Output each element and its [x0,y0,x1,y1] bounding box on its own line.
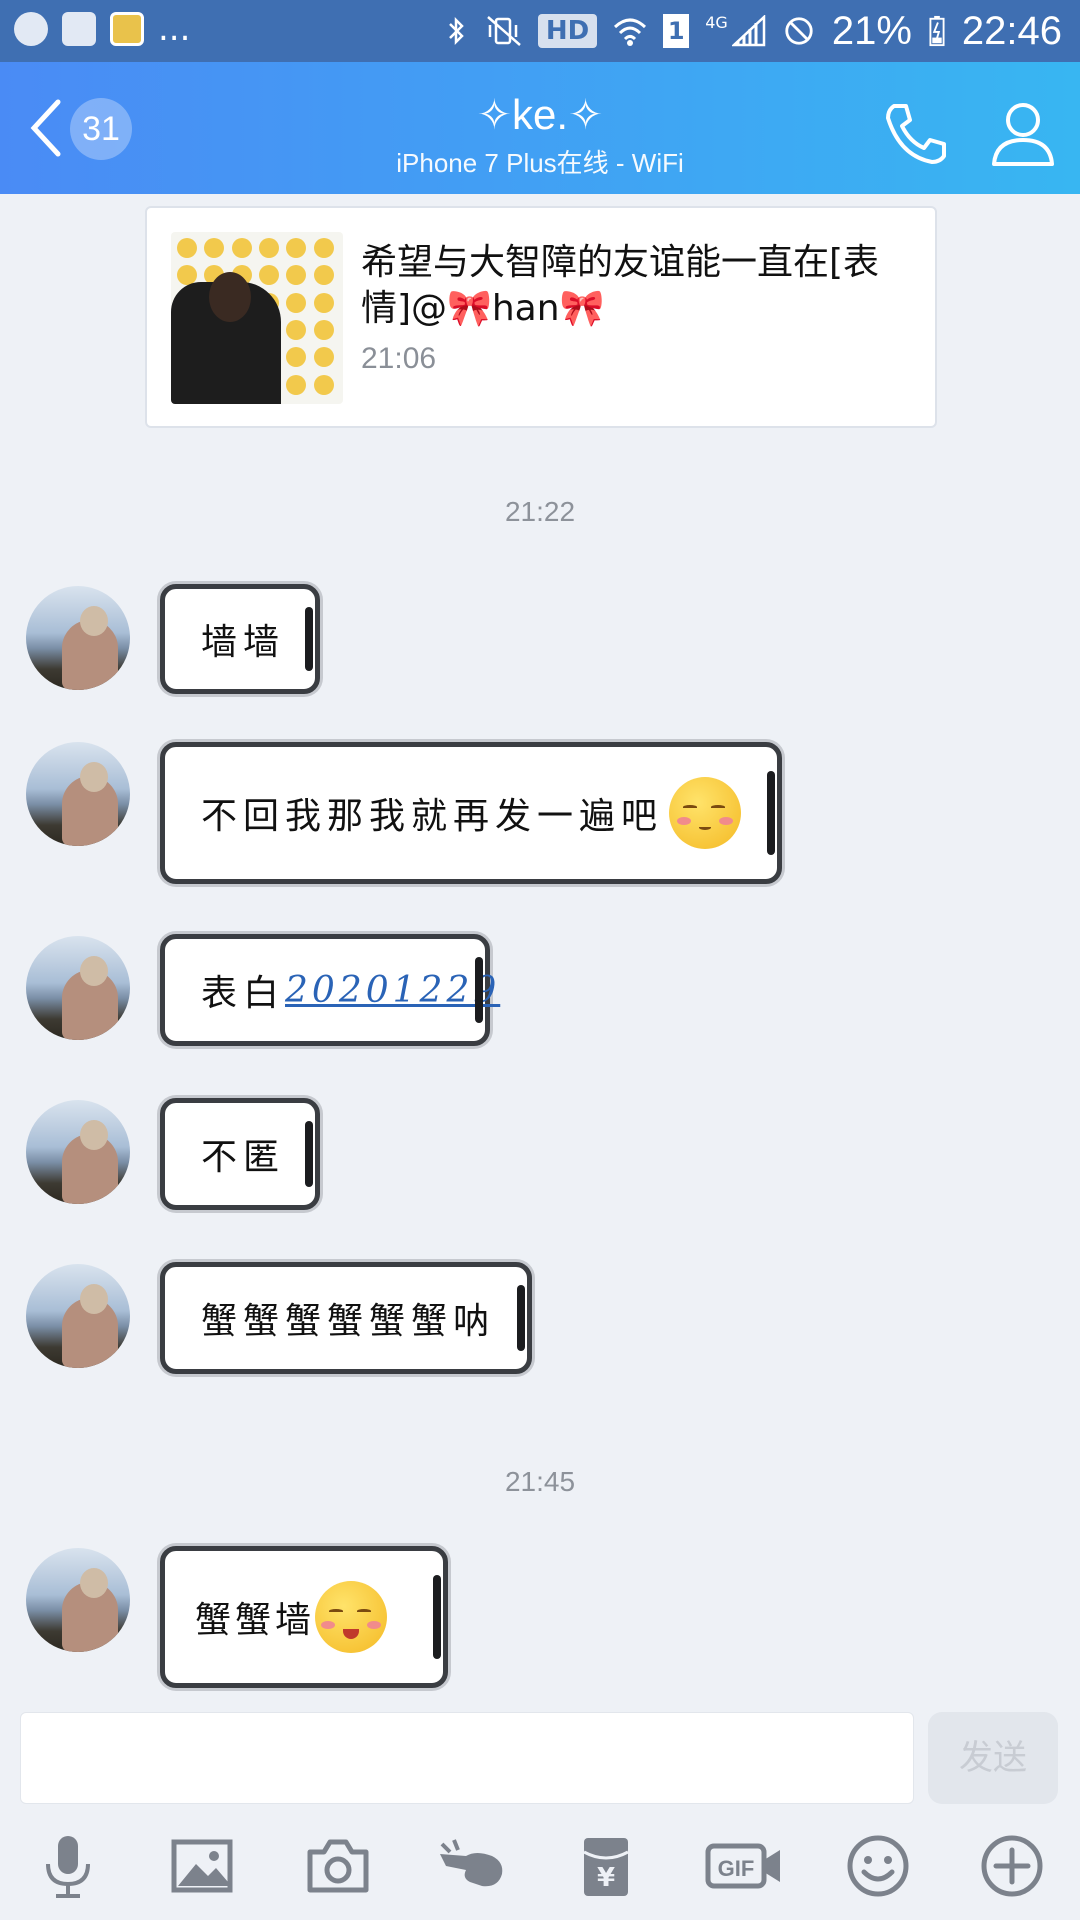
do-not-disturb-icon [785,17,813,45]
gif-button[interactable]: GIF [704,1830,784,1902]
battery-percent: 21% [831,8,912,53]
time-separator: 21:45 [504,1466,576,1497]
message-input[interactable] [20,1712,914,1804]
message-row: 蟹蟹蟹蟹蟹蟹呐 [0,1262,1080,1374]
quoted-post-text: 希望与大智障的友谊能一直在[表情]@🎀han🎀 [361,242,880,329]
hd-voice-badge: HD [537,14,598,48]
message-text: 不回我那我就再发一遍吧 [201,796,664,837]
emoji-button[interactable] [842,1830,914,1902]
more-options-button[interactable] [976,1830,1048,1902]
vibrate-mute-icon [487,16,521,46]
chat-header: 31 ✧ke.✧ iPhone 7 Plus在线 - WiFi [0,62,1080,194]
emoji-icon [847,1835,909,1897]
happy-blush-emoji [315,1581,388,1653]
star-notification-icon [110,12,144,46]
message-row: 墙墙 [0,584,1080,694]
message-bubble[interactable]: 不匿 [160,1098,320,1210]
red-packet-icon: ¥ [583,1838,629,1896]
message-text: 蟹蟹蟹蟹蟹蟹呐 [201,1301,496,1342]
message-row: 不匿 [0,1098,1080,1210]
message-bubble[interactable]: 蟹蟹墙 [160,1546,448,1688]
message-text: 表白 [201,973,286,1014]
avatar[interactable] [26,936,130,1040]
clock: 22:46 [961,8,1062,53]
plus-icon [981,1835,1043,1897]
photo-album-button[interactable] [166,1830,238,1902]
gif-label: GIF [718,1856,755,1881]
input-toolbar: ¥ GIF [0,1812,1080,1920]
more-notifications-indicator: ... [158,9,191,49]
bluetooth-icon [449,16,464,46]
time-separator: 21:22 [504,496,576,527]
user-icon [992,103,1054,166]
avatar[interactable] [26,1100,130,1204]
send-button[interactable]: 发送 [928,1712,1058,1804]
poke-button[interactable] [436,1830,508,1902]
shy-smile-emoji [669,777,742,849]
avatar[interactable] [26,742,130,846]
message-bubble[interactable]: 墙墙 [160,584,320,694]
yuan-symbol: ¥ [597,1863,615,1893]
message-row: 蟹蟹墙 [0,1546,1080,1688]
network-type-label: 4G [705,12,728,32]
poke-icon [440,1839,503,1887]
message-bubble[interactable]: 表白 20201229 [160,934,496,1046]
phone-icon [886,104,946,164]
microphone-icon [46,1836,90,1898]
avatar[interactable] [26,1264,130,1368]
avatar[interactable] [26,586,130,690]
date-link[interactable]: 20201229 [285,970,500,1011]
gallery-notification-icon [62,12,96,46]
status-bar: ... HD 1 4G 21% 22:46 [0,0,1080,62]
avatar[interactable] [26,1548,130,1652]
wifi-icon [614,18,647,46]
sim-slot-badge: 1 [663,14,690,48]
message-text: 墙墙 [201,622,286,663]
message-bubble[interactable]: 不回我那我就再发一遍吧 [160,742,782,884]
message-row: 不回我那我就再发一遍吧 [0,742,1080,884]
contact-profile-button[interactable] [988,98,1058,168]
battery-charging-icon [929,15,945,47]
quoted-post-time: 21:06 [361,342,437,375]
quoted-post-thumbnail[interactable] [171,232,343,404]
red-packet-button[interactable]: ¥ [570,1830,642,1902]
camera-button[interactable] [302,1830,374,1902]
message-bubble[interactable]: 蟹蟹蟹蟹蟹蟹呐 [160,1262,532,1374]
chat-messages[interactable]: 希望与大智障的友谊能一直在[表情]@🎀han🎀 21:06 21:22 墙墙 不… [0,194,1080,1708]
camera-icon [307,1839,369,1893]
signal-icon [731,15,766,47]
message-text: 蟹蟹墙 [195,1600,316,1641]
quoted-post-card[interactable]: 希望与大智障的友谊能一直在[表情]@🎀han🎀 21:06 [145,206,937,428]
gif-icon: GIF [705,1843,780,1889]
image-icon [171,1839,233,1893]
compose-bar: 发送 [0,1708,1080,1812]
message-text: 不匿 [201,1137,286,1178]
voice-input-button[interactable] [32,1830,104,1902]
voice-call-button[interactable] [880,98,950,168]
message-row: 表白 20201229 [0,934,1080,1046]
notification-app-icon [14,12,48,46]
